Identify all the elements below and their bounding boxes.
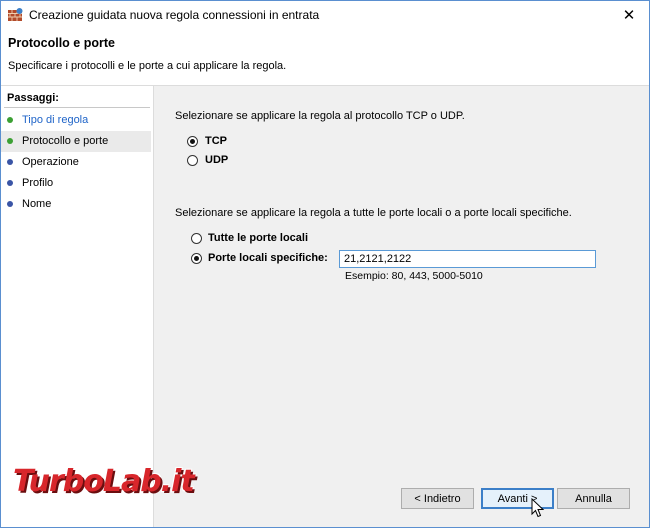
- turbolab-watermark: TurboLab.it: [13, 464, 195, 499]
- step-label: Tipo di regola: [22, 114, 89, 126]
- page-subtitle: Specificare i protocolli e le porte a cu…: [8, 60, 287, 72]
- window-title: Creazione guidata nuova regola connessio…: [29, 8, 320, 22]
- close-button[interactable]: ✕: [609, 1, 649, 29]
- steps-heading: Passaggi:: [7, 92, 59, 104]
- mouse-pointer-icon: [531, 498, 545, 518]
- step-label: Protocollo e porte: [22, 135, 109, 147]
- specific-ports-label[interactable]: Porte locali specifiche:: [208, 252, 328, 264]
- tcp-radio[interactable]: [187, 136, 198, 147]
- title-bar: Creazione guidata nuova regola connessio…: [1, 1, 649, 29]
- all-ports-label[interactable]: Tutte le porte locali: [208, 232, 308, 244]
- back-button[interactable]: < Indietro: [401, 488, 474, 509]
- specific-ports-radio[interactable]: [191, 253, 202, 264]
- cancel-button[interactable]: Annulla: [557, 488, 630, 509]
- step-nome: Nome: [1, 194, 151, 215]
- step-pending-icon: [7, 201, 13, 207]
- udp-label[interactable]: UDP: [205, 154, 228, 166]
- wizard-header: Protocollo e porte Specificare i protoco…: [1, 29, 649, 86]
- step-label: Operazione: [22, 156, 79, 168]
- page-title: Protocollo e porte: [8, 36, 115, 50]
- step-completed-icon: [7, 117, 13, 123]
- wizard-content: Selezionare se applicare la regola al pr…: [154, 86, 649, 527]
- ports-example: Esempio: 80, 443, 5000-5010: [345, 270, 483, 282]
- step-tipo-di-regola[interactable]: Tipo di regola: [1, 110, 151, 131]
- udp-radio[interactable]: [187, 155, 198, 166]
- step-label: Profilo: [22, 177, 54, 189]
- wizard-window: Creazione guidata nuova regola connessio…: [0, 0, 650, 528]
- step-pending-icon: [7, 159, 13, 165]
- step-profilo: Profilo: [1, 173, 151, 194]
- close-icon: ✕: [622, 7, 636, 24]
- steps-sidebar: Passaggi: Tipo di regola Protocollo e po…: [1, 86, 154, 527]
- specific-ports-input[interactable]: [339, 250, 596, 268]
- protocol-question: Selezionare se applicare la regola al pr…: [175, 110, 465, 122]
- all-ports-radio[interactable]: [191, 233, 202, 244]
- steps-divider: [4, 107, 150, 108]
- firewall-icon: [8, 8, 23, 21]
- step-label: Nome: [22, 198, 52, 210]
- step-protocollo-e-porte[interactable]: Protocollo e porte: [1, 131, 151, 152]
- step-pending-icon: [7, 180, 13, 186]
- step-operazione: Operazione: [1, 152, 151, 173]
- tcp-label[interactable]: TCP: [205, 135, 227, 147]
- step-current-icon: [7, 138, 13, 144]
- ports-question: Selezionare se applicare la regola a tut…: [175, 207, 572, 219]
